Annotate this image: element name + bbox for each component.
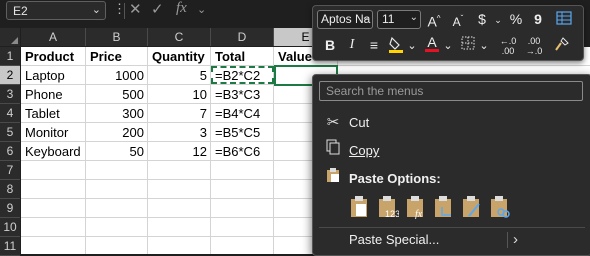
decrease-decimal-icon[interactable]: .00 →.0 (523, 36, 545, 56)
italic-button[interactable]: I (343, 36, 361, 54)
cell-a5[interactable]: Monitor (25, 123, 85, 142)
enter-icon[interactable]: ✓ (151, 0, 164, 18)
column-header-c[interactable]: C (148, 28, 211, 46)
paste-options-label: Paste Options: (349, 171, 441, 186)
cell-d1[interactable]: Total (215, 47, 273, 66)
cell-b3[interactable]: 500 (88, 85, 144, 104)
format-painter-icon[interactable] (553, 36, 571, 54)
clipboard-icon (323, 167, 343, 191)
increase-decimal-icon[interactable]: ←.0.00 (497, 36, 519, 56)
gridline (147, 47, 148, 254)
mini-toolbar: Aptos Na ⌄ 11 ⌄ A^ Aˇ $ ⌄ % 9 B I ≡ ⌄ A … (312, 5, 584, 61)
row-header-3[interactable]: 3 (0, 85, 20, 104)
menu-item-cut[interactable]: ✂ Cut (313, 111, 590, 135)
bold-button[interactable]: B (321, 36, 339, 54)
decrease-font-label: A (452, 15, 461, 29)
cell-e1[interactable]: Values (278, 47, 312, 66)
chevron-down-icon[interactable]: ⌄ (362, 12, 370, 23)
paste-formatting-icon[interactable] (461, 195, 483, 221)
column-header-b[interactable]: B (86, 28, 148, 46)
font-size-box[interactable]: 11 ⌄ (377, 10, 421, 29)
format-table-icon[interactable] (555, 10, 573, 28)
cell-b2[interactable]: 1000 (88, 66, 144, 85)
decrease-decimal-label: .00 (527, 36, 541, 46)
align-center-icon[interactable]: ≡ (365, 36, 383, 54)
cell-a3[interactable]: Phone (25, 85, 85, 104)
cell-b4[interactable]: 300 (88, 104, 144, 123)
cell-c6[interactable]: 12 (150, 142, 207, 161)
chevron-down-icon[interactable]: ⌄ (410, 12, 418, 23)
cell-a6[interactable]: Keyboard (25, 142, 85, 161)
cell-c4[interactable]: 7 (150, 104, 207, 123)
copy-marquee (211, 66, 274, 84)
cell-c1[interactable]: Quantity (152, 47, 210, 66)
comma-style-icon[interactable]: 9 (529, 10, 547, 28)
svg-text:123: 123 (385, 209, 399, 219)
menu-search-input[interactable]: Search the menus (319, 81, 583, 101)
menu-item-paste-special[interactable]: Paste Special... › (313, 228, 590, 252)
decrease-font-icon[interactable]: Aˇ (449, 10, 467, 29)
divider (124, 3, 125, 19)
row-header-10[interactable]: 10 (0, 218, 20, 237)
context-menu: Search the menus ✂ Cut Copy Paste Option… (312, 74, 590, 256)
paste-transpose-icon[interactable] (433, 195, 455, 221)
paste-special-label: Paste Special... (349, 232, 440, 247)
cell-c3[interactable]: 10 (150, 85, 207, 104)
name-box-value: E2 (13, 4, 28, 18)
cell-d3[interactable]: =B3*C3 (215, 85, 272, 104)
cancel-icon[interactable]: ✕ (129, 0, 142, 18)
cell-d5[interactable]: =B5*C5 (215, 123, 272, 142)
increase-decimal-label: .00 (501, 46, 515, 56)
cell-c5[interactable]: 3 (150, 123, 207, 142)
divider (507, 232, 508, 248)
paste-link-icon[interactable] (489, 195, 511, 221)
chevron-down-icon[interactable]: ⌄ (92, 3, 101, 16)
name-box[interactable]: E2 ⌄ (6, 1, 106, 20)
chevron-right-icon[interactable]: › (513, 228, 518, 252)
row-header-2[interactable]: 2 (0, 66, 20, 85)
row-header-4[interactable]: 4 (0, 104, 20, 123)
row-header-11[interactable]: 11 (0, 237, 20, 256)
copy-icon (323, 139, 343, 163)
cell-d4[interactable]: =B4*C4 (215, 104, 272, 123)
cell-a4[interactable]: Tablet (25, 104, 85, 123)
svg-text:fx: fx (415, 209, 423, 219)
menu-item-copy[interactable]: Copy (313, 139, 590, 163)
font-name-box[interactable]: Aptos Na ⌄ (317, 10, 373, 29)
insert-function-icon[interactable]: fx (176, 0, 187, 17)
row-header-9[interactable]: 9 (0, 199, 20, 218)
cell-c2[interactable]: 5 (150, 66, 207, 85)
paste-formulas-icon[interactable]: fx (405, 195, 427, 221)
font-size-value: 11 (382, 12, 395, 26)
cut-label: Cut (349, 115, 370, 130)
cell-b6[interactable]: 50 (88, 142, 144, 161)
row-header-8[interactable]: 8 (0, 180, 20, 199)
row-header-5[interactable]: 5 (0, 123, 20, 142)
chevron-down-icon[interactable]: ⌄ (475, 37, 493, 55)
cell-a2[interactable]: Laptop (25, 66, 85, 85)
cell-d6[interactable]: =B6*C6 (215, 142, 272, 161)
chevron-down-icon[interactable]: ⌄ (439, 37, 457, 55)
column-header-a[interactable]: A (21, 28, 86, 46)
copy-label: Copy (349, 143, 380, 158)
increase-font-icon[interactable]: A^ (425, 10, 443, 30)
percent-format-icon[interactable]: % (507, 10, 525, 28)
row-header-6[interactable]: 6 (0, 142, 20, 161)
cell-a1[interactable]: Product (25, 47, 85, 66)
paste-values-icon[interactable]: 123 (377, 195, 400, 221)
chevron-down-icon[interactable]: ⌄ (403, 37, 421, 55)
row-header-1[interactable]: 1 (0, 47, 20, 66)
select-all-corner[interactable] (0, 28, 20, 46)
paste-options-header: Paste Options: (313, 167, 590, 191)
gridline (85, 47, 86, 254)
cell-b5[interactable]: 200 (88, 123, 144, 142)
chevron-down-icon[interactable]: ⌄ (197, 3, 206, 16)
chevron-down-icon[interactable]: ⌄ (489, 11, 507, 29)
paste-icon[interactable] (349, 195, 371, 221)
row-header-7[interactable]: 7 (0, 161, 20, 180)
cell-b1[interactable]: Price (90, 47, 146, 66)
column-header-d[interactable]: D (211, 28, 274, 46)
increase-font-label: A (427, 13, 437, 30)
scissors-icon: ✂ (326, 114, 340, 131)
